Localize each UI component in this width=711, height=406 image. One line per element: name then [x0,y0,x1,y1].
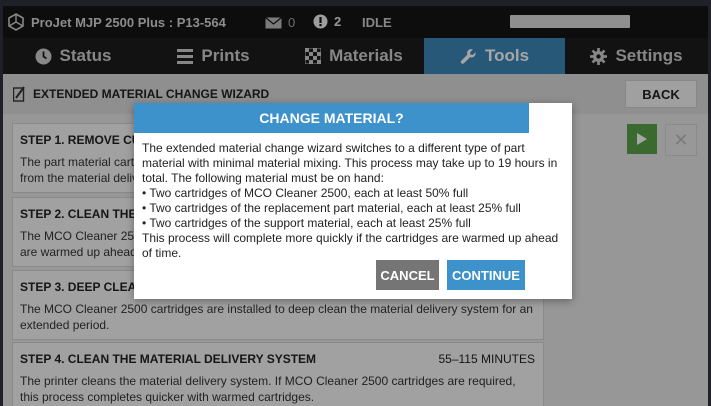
device-frame: ProJet MJP 2500 Plus : P13-564 0 2 IDLE [0,0,711,406]
dialog-outro: This process will complete more quickly … [142,231,559,260]
screen: ProJet MJP 2500 Plus : P13-564 0 2 IDLE [3,6,708,406]
continue-button[interactable]: CONTINUE [447,260,525,290]
requirement-item: • Two cartridges of the replacement part… [142,201,521,215]
dialog-title: CHANGE MATERIAL? [134,103,529,133]
cancel-button[interactable]: CANCEL [376,260,439,290]
requirement-item: • Two cartridges of MCO Cleaner 2500, ea… [142,186,469,200]
dialog-intro: The extended material change wizard swit… [142,141,558,185]
dialog-body: The extended material change wizard swit… [142,141,567,261]
requirement-item: • Two cartridges of the support material… [142,216,471,230]
change-material-dialog: CHANGE MATERIAL? The extended material c… [134,103,572,299]
